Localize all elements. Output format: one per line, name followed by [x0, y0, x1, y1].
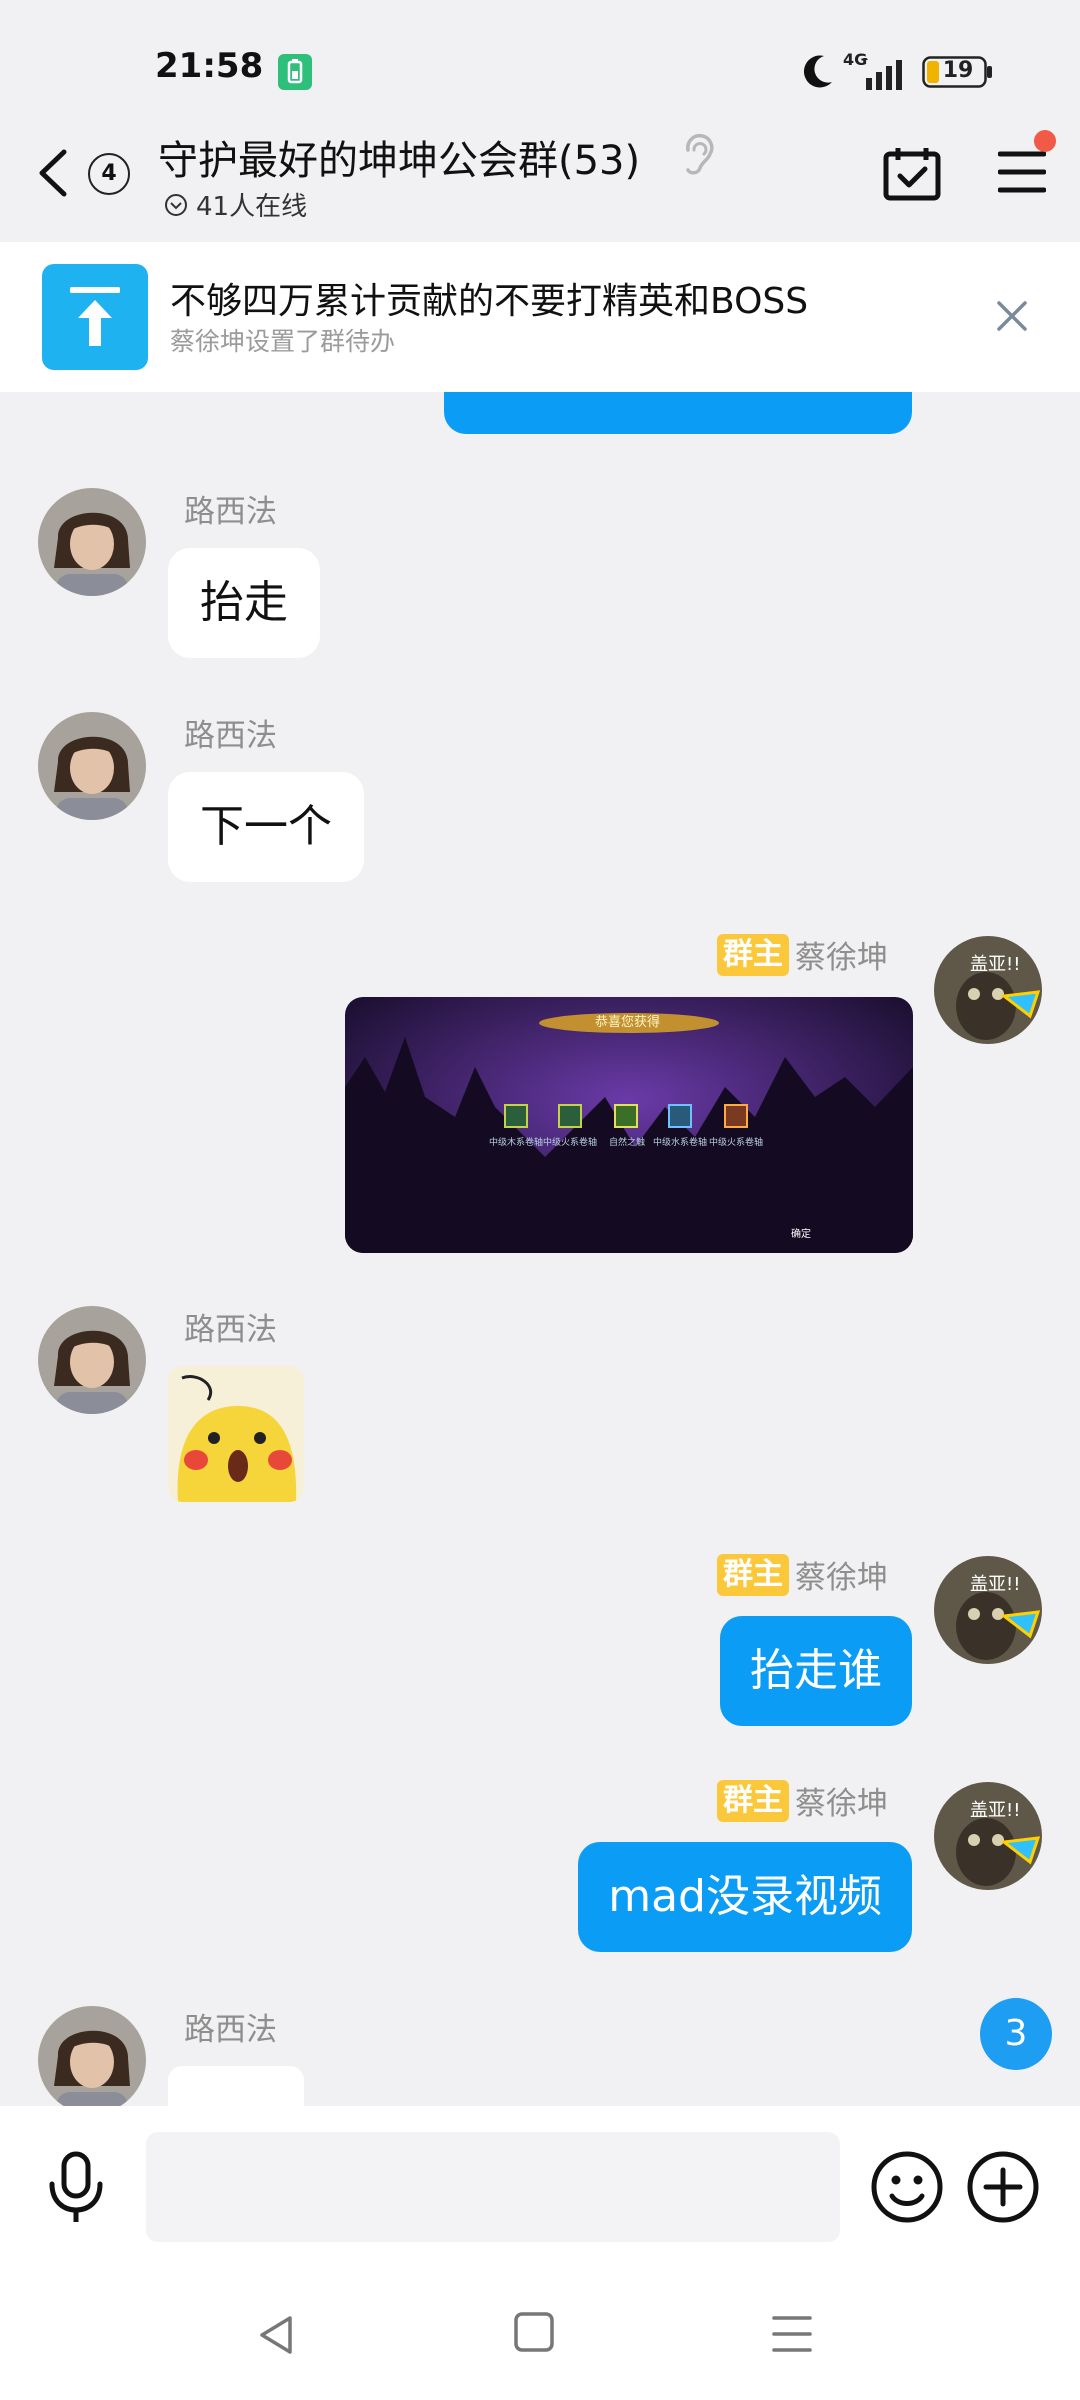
- status-time: 21:58: [155, 46, 264, 86]
- message-input[interactable]: [146, 2132, 840, 2242]
- message-bubble[interactable]: 抬走谁: [720, 1616, 912, 1726]
- image-item-label: 中级火系卷轴: [543, 1138, 598, 1148]
- avatar[interactable]: 盖亚!!: [934, 1556, 1042, 1664]
- avatar-caption: 盖亚!!: [970, 1800, 1021, 1821]
- sender-name: 蔡徐坤: [795, 1786, 888, 1822]
- ear-icon[interactable]: [680, 132, 716, 178]
- image-item-label: 自然之触: [609, 1138, 646, 1148]
- sender-name: 路西法: [184, 494, 277, 530]
- online-status[interactable]: 41人在线: [164, 186, 307, 223]
- unread-count-badge: 4: [88, 153, 130, 195]
- close-icon[interactable]: [994, 298, 1030, 334]
- image-confirm-text: 确定: [791, 1229, 811, 1240]
- plus-circle-icon[interactable]: [966, 2150, 1040, 2224]
- avatar[interactable]: 盖亚!!: [934, 936, 1042, 1044]
- image-message[interactable]: 恭喜您获得 中级木系卷轴 中级火系卷轴 自然之触 中级水系卷轴 中级火系卷轴 确…: [345, 997, 913, 1253]
- group-title[interactable]: 守护最好的坤坤公会群(53): [158, 128, 640, 186]
- image-banner-text: 恭喜您获得: [595, 1015, 661, 1030]
- sticker-message[interactable]: [168, 1366, 304, 1502]
- pinned-todo-title: 不够四万累计贡献的不要打精英和BOSS: [170, 281, 809, 322]
- new-message-badge[interactable]: 3: [980, 1998, 1052, 2070]
- message-bubble[interactable]: 下一个: [168, 772, 364, 882]
- signal-icon: [862, 58, 902, 90]
- avatar[interactable]: [38, 1306, 146, 1414]
- group-owner-badge: 群主: [717, 1553, 789, 1596]
- sender-name: 蔡徐坤: [795, 1560, 888, 1596]
- sender-row: 群主 蔡徐坤: [717, 932, 888, 977]
- group-owner-badge: 群主: [717, 1779, 789, 1822]
- sender-row: 群主 蔡徐坤: [717, 1778, 888, 1823]
- menu-button[interactable]: [998, 150, 1046, 194]
- image-item-label: 中级木系卷轴: [489, 1138, 544, 1148]
- nav-home-icon[interactable]: [512, 2310, 556, 2354]
- group-owner-badge: 群主: [717, 933, 789, 976]
- moon-icon: [803, 55, 832, 88]
- sender-name: 路西法: [184, 718, 277, 754]
- emoji-icon[interactable]: [870, 2150, 944, 2224]
- microphone-icon[interactable]: [44, 2150, 108, 2226]
- notification-dot: [1034, 130, 1056, 152]
- message-bubble[interactable]: mad没录视频: [578, 1842, 912, 1952]
- avatar[interactable]: [38, 712, 146, 820]
- image-item-label: 中级水系卷轴: [653, 1138, 708, 1148]
- sender-name: 路西法: [184, 2012, 277, 2048]
- chevron-left-icon: [39, 149, 67, 197]
- nav-back-icon[interactable]: [252, 2310, 302, 2360]
- avatar-caption: 盖亚!!: [970, 1574, 1021, 1595]
- nav-recents-icon[interactable]: [770, 2312, 814, 2356]
- sender-name: 蔡徐坤: [795, 940, 888, 976]
- avatar-caption: 盖亚!!: [970, 954, 1021, 975]
- calendar-check-button[interactable]: [882, 146, 942, 202]
- avatar[interactable]: [38, 2006, 146, 2114]
- online-count: 41人在线: [196, 192, 308, 222]
- battery-level: 19: [942, 58, 974, 83]
- pinned-todo-subtitle: 蔡徐坤设置了群待办: [170, 327, 396, 356]
- avatar[interactable]: 盖亚!!: [934, 1782, 1042, 1890]
- sender-row: 群主 蔡徐坤: [717, 1552, 888, 1597]
- message-bubble[interactable]: 抬走: [168, 548, 320, 658]
- battery-saver-icon: [278, 54, 312, 90]
- pin-top-icon: [42, 264, 148, 370]
- image-item-label: 中级火系卷轴: [709, 1138, 764, 1148]
- avatar[interactable]: [38, 488, 146, 596]
- sender-name: 路西法: [184, 1312, 277, 1348]
- chevron-down-circle-icon: [165, 193, 187, 216]
